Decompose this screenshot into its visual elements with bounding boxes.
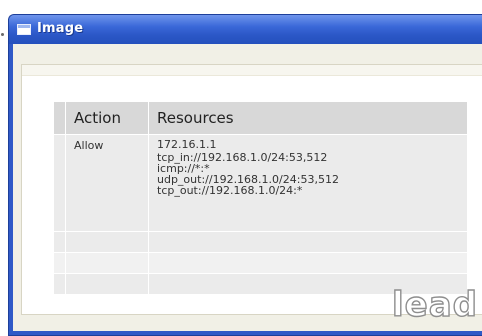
table-header-row: Action Resources <box>54 102 468 135</box>
resources-cell: 172.16.1.1 tcp_in://192.168.1.0/24:53,51… <box>148 134 468 232</box>
action-cell: Allow <box>65 134 149 232</box>
bullet-dot <box>1 33 4 36</box>
screenshot-stage: Image Action Resources Allow 172.16.1.1 … <box>0 0 482 336</box>
empty-table-row <box>54 252 468 274</box>
table-row: Allow 172.16.1.1 tcp_in://192.168.1.0/24… <box>54 134 468 232</box>
header-gutter <box>54 102 66 135</box>
column-header-resources: Resources <box>148 102 468 135</box>
window-titlebar[interactable]: Image <box>9 15 482 44</box>
resource-entry: 172.16.1.1 <box>157 138 217 151</box>
window-icon <box>17 24 31 35</box>
column-header-action: Action <box>65 102 149 135</box>
resource-entry: tcp_out://192.168.1.0/24:* <box>157 184 303 197</box>
row-gutter <box>54 134 66 232</box>
window-title: Image <box>37 21 84 36</box>
policy-table: Action Resources Allow 172.16.1.1 tcp_in… <box>54 102 468 294</box>
watermark-logo: lead <box>391 284 478 325</box>
empty-table-row <box>54 231 468 253</box>
panel-top-strip <box>22 65 482 76</box>
